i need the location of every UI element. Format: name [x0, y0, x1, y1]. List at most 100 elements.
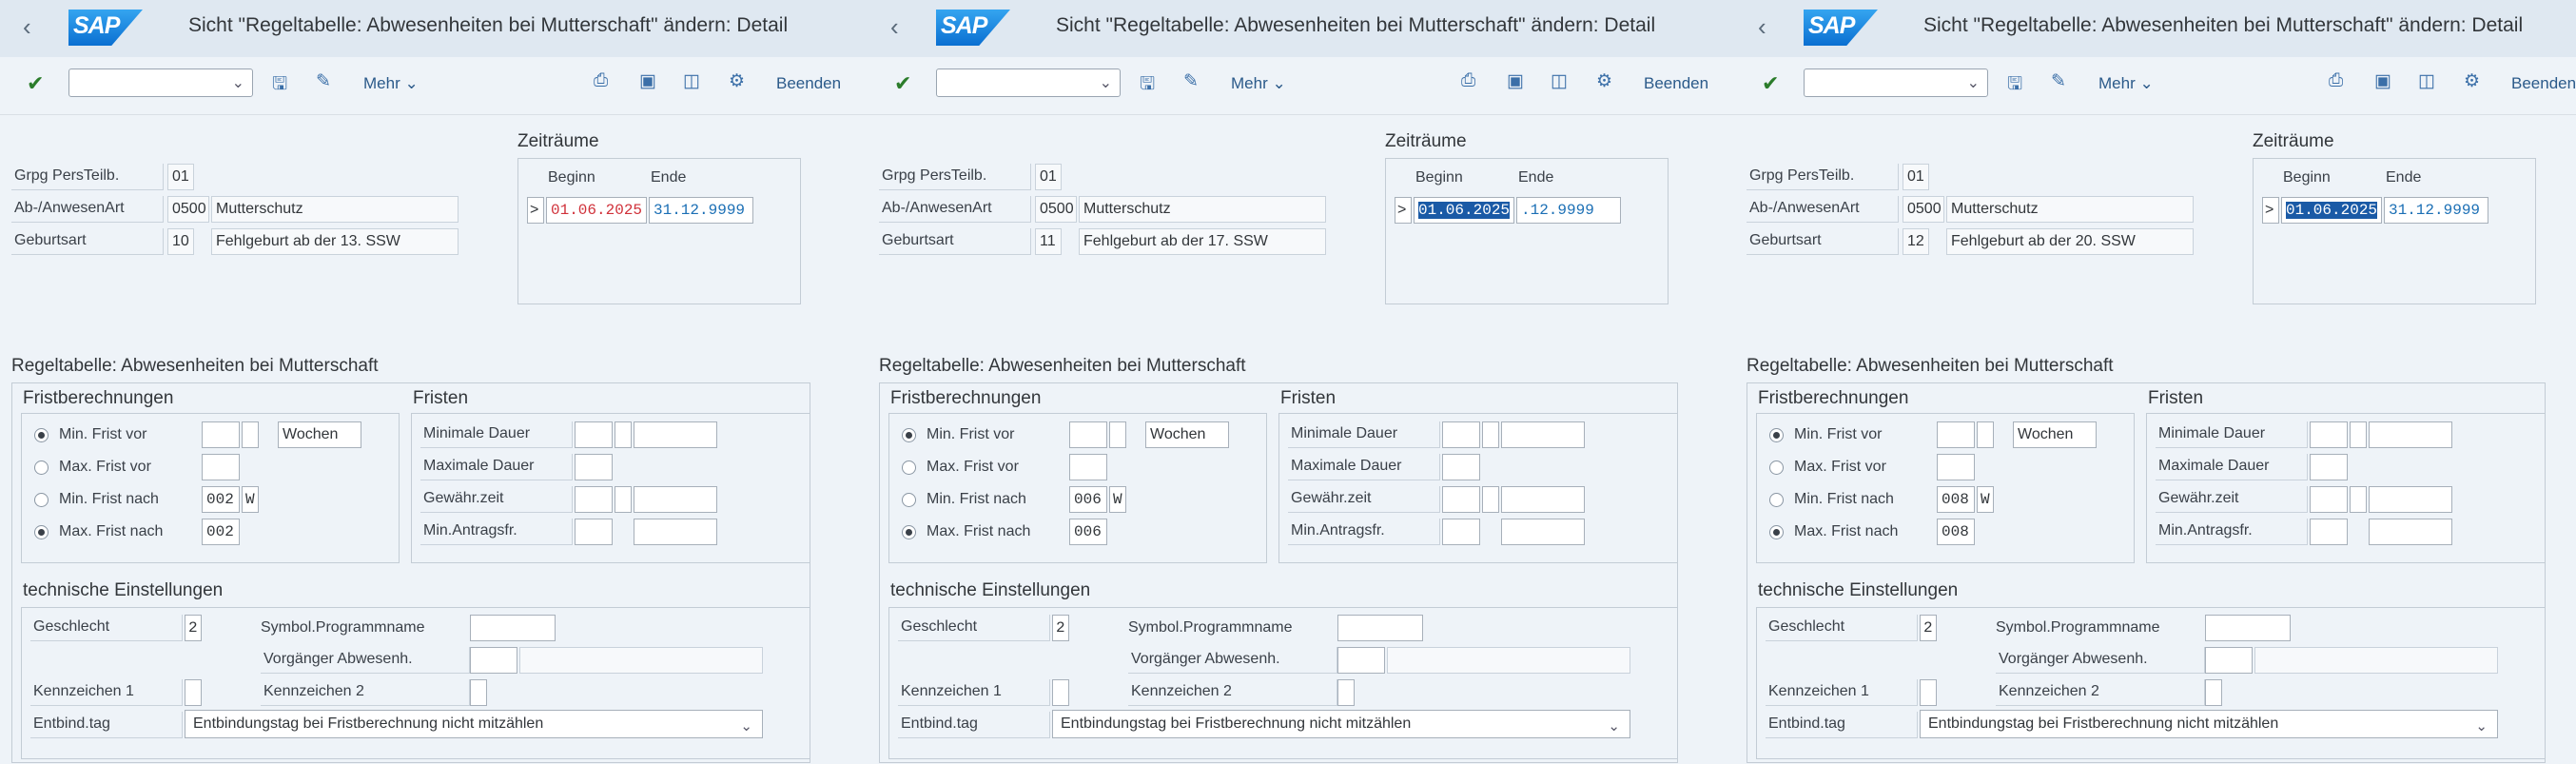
- previous-absence-field[interactable]: [1337, 647, 1385, 674]
- symbolic-program-field[interactable]: [2205, 615, 2291, 641]
- max-after-radio[interactable]: [902, 525, 916, 539]
- save-icon[interactable]: 🖫: [272, 70, 287, 101]
- min-after-value[interactable]: 002: [202, 486, 240, 513]
- row-selector[interactable]: >: [2262, 197, 2279, 224]
- settings-icon[interactable]: ⚙: [1596, 70, 1612, 92]
- min-after-radio[interactable]: [1769, 493, 1784, 507]
- min-duration-flag[interactable]: [1482, 421, 1499, 448]
- delivery-day-select[interactable]: Entbindungstag bei Fristberechnung nicht…: [1920, 710, 2498, 738]
- layout-icon[interactable]: ◫: [2418, 70, 2435, 92]
- min-before-unit[interactable]: Wochen: [1145, 421, 1229, 448]
- begin-date-field[interactable]: 01.06.2025: [546, 197, 647, 224]
- max-before-radio[interactable]: [902, 460, 916, 475]
- exit-button[interactable]: Beenden: [2511, 74, 2576, 93]
- grant-time-value[interactable]: [1442, 486, 1480, 513]
- print-icon[interactable]: ⎙: [1461, 70, 1475, 91]
- more-menu-button[interactable]: Mehr ⌄: [1231, 74, 1286, 93]
- grant-time-flag[interactable]: [615, 486, 632, 513]
- indicator1-checkbox[interactable]: [1052, 679, 1069, 706]
- symbolic-program-field[interactable]: [470, 615, 556, 641]
- birth-code-field[interactable]: 11: [1035, 228, 1062, 255]
- grant-time-flag[interactable]: [1482, 486, 1499, 513]
- indicator2-checkbox[interactable]: [2205, 679, 2222, 706]
- back-arrow-icon[interactable]: ‹: [23, 12, 31, 41]
- back-arrow-icon[interactable]: ‹: [890, 12, 899, 41]
- command-field[interactable]: ⌄: [68, 69, 253, 97]
- save-icon[interactable]: 🖫: [1140, 70, 1155, 101]
- grant-time-flag[interactable]: [2350, 486, 2367, 513]
- min-before-radio[interactable]: [34, 428, 49, 442]
- end-date-field[interactable]: 31.12.9999: [649, 197, 753, 224]
- min-after-flag[interactable]: W: [1977, 486, 1994, 513]
- command-field[interactable]: ⌄: [1804, 69, 1988, 97]
- new-window-icon[interactable]: ▣: [2374, 70, 2391, 92]
- symbolic-program-field[interactable]: [1337, 615, 1423, 641]
- print-icon[interactable]: ⎙: [594, 70, 608, 91]
- grpg-field[interactable]: 01: [1903, 164, 1929, 190]
- min-duration-value[interactable]: [2310, 421, 2348, 448]
- absence-code-field[interactable]: 0500: [167, 196, 209, 223]
- absence-code-field[interactable]: 0500: [1903, 196, 1944, 223]
- min-after-flag[interactable]: W: [1109, 486, 1126, 513]
- min-duration-unit[interactable]: [2369, 421, 2452, 448]
- min-duration-unit[interactable]: [634, 421, 717, 448]
- max-before-value[interactable]: [202, 454, 240, 480]
- max-after-value[interactable]: 008: [1937, 519, 1975, 545]
- min-before-value[interactable]: [1069, 421, 1107, 448]
- min-application-value[interactable]: [2310, 519, 2348, 545]
- more-menu-button[interactable]: Mehr ⌄: [2098, 74, 2154, 93]
- min-application-unit[interactable]: [1501, 519, 1585, 545]
- grant-time-value[interactable]: [2310, 486, 2348, 513]
- min-duration-unit[interactable]: [1501, 421, 1585, 448]
- min-after-value[interactable]: 008: [1937, 486, 1975, 513]
- grant-time-unit[interactable]: [634, 486, 717, 513]
- max-duration-value[interactable]: [1442, 454, 1480, 480]
- min-duration-flag[interactable]: [615, 421, 632, 448]
- back-arrow-icon[interactable]: ‹: [1758, 12, 1766, 41]
- min-application-unit[interactable]: [634, 519, 717, 545]
- indicator2-checkbox[interactable]: [1337, 679, 1355, 706]
- max-before-radio[interactable]: [34, 460, 49, 475]
- birth-code-field[interactable]: 12: [1903, 228, 1929, 255]
- max-after-value[interactable]: 002: [202, 519, 240, 545]
- layout-icon[interactable]: ◫: [1551, 70, 1568, 92]
- max-after-value[interactable]: 006: [1069, 519, 1107, 545]
- min-before-radio[interactable]: [1769, 428, 1784, 442]
- grant-time-unit[interactable]: [1501, 486, 1585, 513]
- indicator2-checkbox[interactable]: [470, 679, 487, 706]
- delivery-day-select[interactable]: Entbindungstag bei Fristberechnung nicht…: [1052, 710, 1630, 738]
- max-before-value[interactable]: [1937, 454, 1975, 480]
- more-menu-button[interactable]: Mehr ⌄: [363, 74, 419, 93]
- min-before-value[interactable]: [202, 421, 240, 448]
- max-before-radio[interactable]: [1769, 460, 1784, 475]
- indicator1-checkbox[interactable]: [185, 679, 202, 706]
- min-before-radio[interactable]: [902, 428, 916, 442]
- min-duration-value[interactable]: [1442, 421, 1480, 448]
- settings-icon[interactable]: ⚙: [729, 70, 745, 92]
- grant-time-value[interactable]: [575, 486, 613, 513]
- grpg-field[interactable]: 01: [167, 164, 194, 190]
- max-duration-value[interactable]: [575, 454, 613, 480]
- gender-field[interactable]: 2: [1052, 615, 1069, 641]
- begin-date-field[interactable]: 01.06.2025: [2281, 197, 2382, 224]
- grpg-field[interactable]: 01: [1035, 164, 1062, 190]
- confirm-check-icon[interactable]: ✔: [1762, 71, 1779, 96]
- min-after-flag[interactable]: W: [242, 486, 259, 513]
- end-date-field[interactable]: .12.9999: [1516, 197, 1621, 224]
- new-window-icon[interactable]: ▣: [639, 70, 656, 92]
- min-before-unit[interactable]: Wochen: [2013, 421, 2097, 448]
- max-duration-value[interactable]: [2310, 454, 2348, 480]
- min-after-value[interactable]: 006: [1069, 486, 1107, 513]
- min-before-flag[interactable]: [242, 421, 259, 448]
- row-selector[interactable]: >: [1395, 197, 1412, 224]
- absence-code-field[interactable]: 0500: [1035, 196, 1077, 223]
- previous-absence-field[interactable]: [470, 647, 517, 674]
- gender-field[interactable]: 2: [185, 615, 202, 641]
- min-before-unit[interactable]: Wochen: [278, 421, 361, 448]
- min-before-value[interactable]: [1937, 421, 1975, 448]
- indicator1-checkbox[interactable]: [1920, 679, 1937, 706]
- min-before-flag[interactable]: [1109, 421, 1126, 448]
- min-application-value[interactable]: [575, 519, 613, 545]
- min-duration-flag[interactable]: [2350, 421, 2367, 448]
- settings-icon[interactable]: ⚙: [2464, 70, 2480, 92]
